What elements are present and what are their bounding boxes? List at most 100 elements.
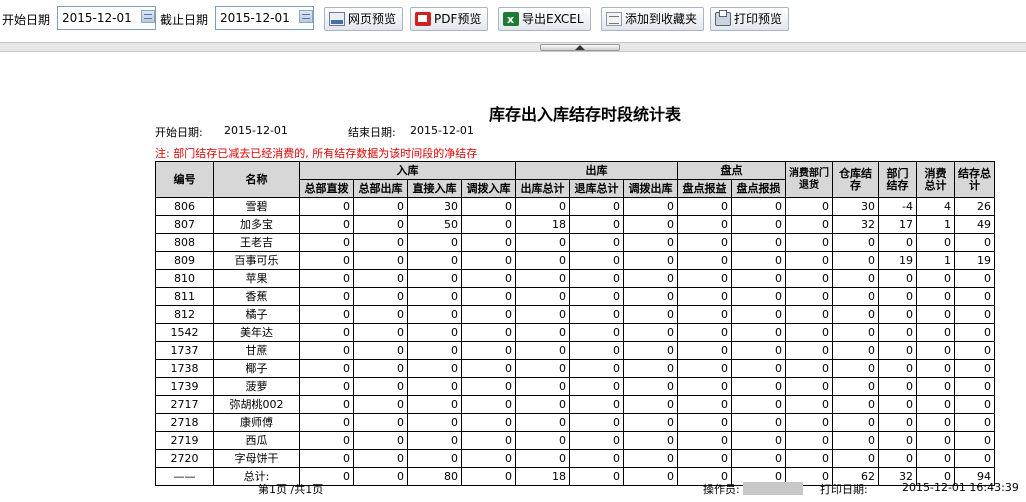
- cell-value: 0: [407, 323, 462, 342]
- cell-value: 0: [731, 431, 786, 450]
- col-header-name: 名称: [213, 161, 300, 198]
- cell-value: -4: [878, 197, 917, 216]
- cell-code: 2719: [155, 431, 214, 450]
- report-note: 注: 部门结存已减去已经消费的, 所有结存数据为该时间段的净结存: [155, 147, 478, 160]
- cell-value: 0: [623, 287, 678, 306]
- cell-value: 0: [299, 323, 354, 342]
- cell-value: 0: [569, 251, 624, 270]
- cell-value: 0: [299, 413, 354, 432]
- cell-value: 0: [731, 251, 786, 270]
- cell-value: 0: [299, 341, 354, 360]
- cell-value: 0: [677, 287, 732, 306]
- cell-value: 0: [299, 251, 354, 270]
- report-body: 806 雪碧 0 0 30 0 0 0 0 0 0 0 30 -4 4 26 807 加多宝 0 0 50 0 18 0 0 0 0…: [155, 197, 995, 486]
- cell-name: 椰子: [213, 359, 300, 378]
- cell-value: 0: [832, 431, 879, 450]
- cell-value: 0: [954, 323, 995, 342]
- cell-value: 0: [954, 341, 995, 360]
- cell-value: 0: [878, 323, 917, 342]
- cell-value: 0: [353, 305, 408, 324]
- cell-code: 2717: [155, 395, 214, 414]
- cell-value: 0: [461, 197, 516, 216]
- cell-code: ——: [155, 467, 214, 486]
- cell-value: 0: [461, 251, 516, 270]
- cell-name: 甘蔗: [213, 341, 300, 360]
- cell-value: 30: [407, 197, 462, 216]
- report-start-label: 开始日期:: [155, 126, 203, 139]
- cell-value: 0: [299, 359, 354, 378]
- cell-value: 0: [916, 431, 955, 450]
- cell-value: 0: [515, 287, 570, 306]
- table-row: 2718 康师傅 0 0 0 0 0 0 0 0 0 0 0 0 0 0: [155, 413, 995, 432]
- cell-value: 0: [569, 197, 624, 216]
- web-preview-button[interactable]: 网页预览: [324, 7, 404, 31]
- cell-value: 0: [353, 251, 408, 270]
- cell-value: 0: [731, 359, 786, 378]
- cell-value: 0: [731, 341, 786, 360]
- cell-value: 0: [878, 359, 917, 378]
- table-row: 1737 甘蔗 0 0 0 0 0 0 0 0 0 0 0 0 0 0: [155, 341, 995, 360]
- add-favorites-button[interactable]: 添加到收藏夹: [601, 7, 705, 31]
- cell-code: 2718: [155, 413, 214, 432]
- col-header-return-total: 退库总计: [569, 179, 624, 198]
- cell-value: 0: [461, 323, 516, 342]
- cell-value: 0: [515, 233, 570, 252]
- pdf-preview-button[interactable]: PDF预览: [410, 7, 489, 31]
- cell-value: 0: [407, 359, 462, 378]
- cell-code: 811: [155, 287, 214, 306]
- cell-value: 0: [569, 395, 624, 414]
- cell-value: 0: [299, 431, 354, 450]
- group-header-outbound: 出库: [515, 161, 678, 180]
- cell-value: 18: [515, 215, 570, 234]
- cell-value: 0: [677, 251, 732, 270]
- cell-value: 0: [569, 359, 624, 378]
- printer-icon: [715, 10, 731, 26]
- cell-value: 0: [461, 305, 516, 324]
- cell-value: 0: [878, 413, 917, 432]
- col-header-out-total: 出库总计: [515, 179, 570, 198]
- cell-value: 0: [785, 431, 833, 450]
- table-row: 1542 美年达 0 0 0 0 0 0 0 0 0 0 0 0 0 0: [155, 323, 995, 342]
- cell-value: 0: [954, 233, 995, 252]
- cell-value: 0: [954, 377, 995, 396]
- cell-value: 0: [299, 377, 354, 396]
- cell-value: 0: [515, 377, 570, 396]
- cell-code: 2720: [155, 449, 214, 468]
- cell-value: 0: [878, 341, 917, 360]
- cell-value: 0: [623, 341, 678, 360]
- collapse-toggle-icon[interactable]: [540, 44, 620, 51]
- cell-value: 0: [954, 305, 995, 324]
- end-date-label: 截止日期: [160, 13, 209, 27]
- cell-value: 0: [461, 449, 516, 468]
- cell-value: 0: [623, 197, 678, 216]
- print-date-value: 2015-12-01 16:43:39: [902, 481, 1019, 494]
- cell-value: 0: [407, 395, 462, 414]
- cell-value: 0: [353, 341, 408, 360]
- cell-value: 0: [677, 431, 732, 450]
- cell-value: 0: [623, 467, 678, 486]
- cell-value: 0: [623, 413, 678, 432]
- cell-value: 1: [916, 215, 955, 234]
- cell-value: 0: [916, 287, 955, 306]
- cell-value: 0: [515, 413, 570, 432]
- cell-value: 0: [353, 287, 408, 306]
- cell-value: 0: [916, 269, 955, 288]
- cell-value: 0: [731, 215, 786, 234]
- start-date-label: 开始日期: [2, 13, 51, 27]
- col-header-dept-direct: 总部直拨: [299, 179, 354, 198]
- calendar-icon[interactable]: [299, 10, 313, 23]
- cell-code: 812: [155, 305, 214, 324]
- cell-code: 1739: [155, 377, 214, 396]
- print-preview-button[interactable]: 打印预览: [710, 7, 790, 31]
- cell-value: 0: [832, 341, 879, 360]
- export-excel-button[interactable]: 导出EXCEL: [498, 7, 591, 31]
- cell-value: 0: [515, 251, 570, 270]
- cell-value: 80: [407, 467, 462, 486]
- calendar-icon[interactable]: [141, 10, 155, 23]
- cell-value: 0: [407, 449, 462, 468]
- cell-value: 0: [677, 377, 732, 396]
- cell-value: 0: [785, 251, 833, 270]
- collapse-splitter[interactable]: [0, 42, 1026, 52]
- cell-value: 0: [916, 395, 955, 414]
- cell-value: 0: [832, 269, 879, 288]
